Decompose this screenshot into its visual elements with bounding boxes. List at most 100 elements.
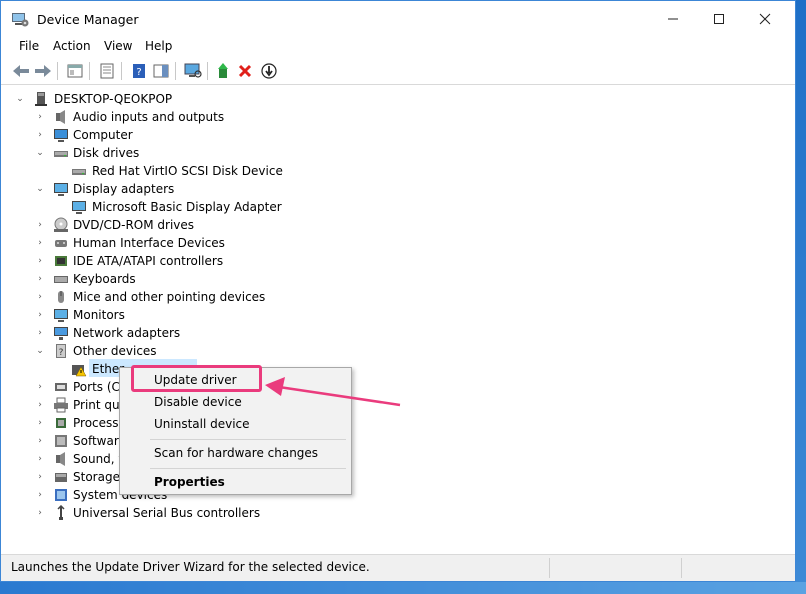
tree-item-label: Audio inputs and outputs bbox=[73, 110, 225, 124]
tree-category[interactable]: › DVD/CD-ROM drives bbox=[1, 216, 321, 234]
tree-category[interactable]: ⌄ Disk drives bbox=[1, 144, 321, 162]
tree-root-label: DESKTOP-QEOKPOP bbox=[54, 92, 173, 106]
chevron-down-icon[interactable]: ⌄ bbox=[35, 148, 45, 158]
tree-item-label: IDE ATA/ATAPI controllers bbox=[73, 254, 224, 268]
tree-category[interactable]: › Universal Serial Bus controllers bbox=[1, 504, 321, 522]
chevron-right-icon[interactable]: › bbox=[35, 220, 45, 230]
tree-category[interactable]: › Keyboards bbox=[1, 270, 321, 288]
uninstall-device-menu-item[interactable]: Uninstall device bbox=[154, 417, 250, 431]
chevron-right-icon[interactable]: › bbox=[35, 238, 45, 248]
update-driver-icon bbox=[218, 63, 228, 78]
chevron-down-icon[interactable]: ⌄ bbox=[15, 94, 25, 104]
disk-icon bbox=[72, 169, 86, 175]
action-pane-icon bbox=[153, 64, 169, 78]
chevron-right-icon[interactable]: › bbox=[35, 274, 45, 284]
console-tree-icon bbox=[67, 64, 83, 78]
chevron-right-icon[interactable]: › bbox=[35, 292, 45, 302]
svg-text:?: ? bbox=[136, 67, 141, 78]
minimize-icon bbox=[668, 18, 678, 20]
tree-category[interactable]: › Monitors bbox=[1, 306, 321, 324]
tree-category[interactable]: › Computer bbox=[1, 126, 321, 144]
chevron-right-icon[interactable]: › bbox=[35, 508, 45, 518]
uninstall-device-toolbar-button[interactable] bbox=[235, 61, 255, 81]
back-button[interactable] bbox=[11, 61, 31, 81]
chevron-right-icon[interactable]: › bbox=[35, 418, 45, 428]
chevron-right-icon[interactable]: › bbox=[35, 472, 45, 482]
annotation-highlight-box bbox=[131, 365, 262, 392]
tree-category[interactable]: ⌄ Display adapters bbox=[1, 180, 321, 198]
disable-device-menu-item[interactable]: Disable device bbox=[154, 395, 242, 409]
show-hide-console-tree-button[interactable] bbox=[65, 61, 85, 81]
scan-hardware-button[interactable] bbox=[183, 61, 203, 81]
tree-root[interactable]: ⌄ DESKTOP-QEOKPOP bbox=[1, 90, 301, 108]
properties-menu-item[interactable]: Properties bbox=[154, 475, 225, 489]
forward-arrow-icon bbox=[35, 65, 51, 77]
display-icon bbox=[54, 183, 68, 196]
status-text: Launches the Update Driver Wizard for th… bbox=[11, 560, 370, 574]
update-driver-toolbar-button[interactable] bbox=[213, 61, 233, 81]
disable-device-toolbar-button[interactable] bbox=[259, 61, 279, 81]
properties-sheet-icon bbox=[100, 63, 114, 79]
speaker-icon bbox=[56, 110, 65, 124]
toolbar-separator bbox=[175, 62, 176, 80]
menu-action[interactable]: Action bbox=[53, 39, 91, 53]
tree-item-label: Microsoft Basic Display Adapter bbox=[92, 200, 282, 214]
menu-help[interactable]: Help bbox=[145, 39, 172, 53]
title-bar[interactable]: Device Manager bbox=[1, 1, 795, 37]
minimize-button[interactable] bbox=[650, 1, 696, 37]
tree-category[interactable]: › Audio inputs and outputs bbox=[1, 108, 321, 126]
chevron-right-icon[interactable]: › bbox=[35, 310, 45, 320]
chevron-right-icon[interactable]: › bbox=[35, 454, 45, 464]
tree-category[interactable]: ⌄? Other devices bbox=[1, 342, 321, 360]
tree-category[interactable]: › Network adapters bbox=[1, 324, 321, 342]
tree-category[interactable]: › Human Interface Devices bbox=[1, 234, 321, 252]
tree-device[interactable]: Microsoft Basic Display Adapter bbox=[1, 198, 321, 216]
printer-icon bbox=[54, 397, 68, 413]
toolbar: ? bbox=[1, 58, 795, 85]
chevron-down-icon[interactable]: ⌄ bbox=[35, 184, 45, 194]
system-icon bbox=[55, 489, 67, 501]
close-button[interactable] bbox=[742, 1, 788, 37]
chevron-right-icon[interactable]: › bbox=[35, 436, 45, 446]
chevron-right-icon[interactable]: › bbox=[35, 130, 45, 140]
tree-item-label: Computer bbox=[73, 128, 133, 142]
menu-file[interactable]: File bbox=[19, 39, 39, 53]
red-x-icon bbox=[238, 64, 252, 78]
maximize-button[interactable] bbox=[696, 1, 742, 37]
tree-category[interactable]: › IDE ATA/ATAPI controllers bbox=[1, 252, 321, 270]
chevron-down-icon[interactable]: ⌄ bbox=[35, 346, 45, 356]
chevron-right-icon[interactable]: › bbox=[35, 382, 45, 392]
toolbar-separator bbox=[207, 62, 208, 80]
chevron-right-icon[interactable]: › bbox=[35, 112, 45, 122]
status-divider bbox=[549, 558, 550, 578]
other-icon: ? bbox=[56, 344, 66, 358]
chevron-right-icon[interactable]: › bbox=[35, 328, 45, 338]
back-arrow-icon bbox=[13, 65, 29, 77]
tree-item-label: Red Hat VirtIO SCSI Disk Device bbox=[92, 164, 283, 178]
tree-item-label: Universal Serial Bus controllers bbox=[73, 506, 261, 520]
chevron-right-icon[interactable]: › bbox=[35, 400, 45, 410]
properties-button[interactable] bbox=[97, 61, 117, 81]
keyboard-icon bbox=[54, 276, 68, 283]
action-pane-button[interactable] bbox=[151, 61, 171, 81]
menu-view[interactable]: View bbox=[104, 39, 132, 53]
display-icon bbox=[72, 201, 86, 214]
help-button[interactable]: ? bbox=[129, 61, 149, 81]
tree-item-label: Network adapters bbox=[73, 326, 181, 340]
tree-category[interactable]: › Mice and other pointing devices bbox=[1, 288, 321, 306]
chevron-right-icon[interactable]: › bbox=[35, 490, 45, 500]
scan-hardware-menu-item[interactable]: Scan for hardware changes bbox=[154, 446, 318, 460]
forward-button[interactable] bbox=[33, 61, 53, 81]
chevron-right-icon[interactable]: › bbox=[35, 256, 45, 266]
tree-device[interactable]: Red Hat VirtIO SCSI Disk Device bbox=[1, 162, 321, 180]
tree-item-label: DVD/CD-ROM drives bbox=[73, 218, 195, 232]
warning-icon bbox=[72, 365, 87, 377]
svg-text:?: ? bbox=[59, 348, 64, 358]
display-icon bbox=[54, 309, 68, 322]
storage-icon bbox=[55, 473, 67, 482]
speaker-icon bbox=[56, 452, 65, 466]
dvd-icon bbox=[54, 217, 68, 232]
menu-separator bbox=[150, 439, 346, 440]
tree-item-label: Processo bbox=[73, 416, 126, 430]
tree-item-label: Disk drives bbox=[73, 146, 140, 160]
